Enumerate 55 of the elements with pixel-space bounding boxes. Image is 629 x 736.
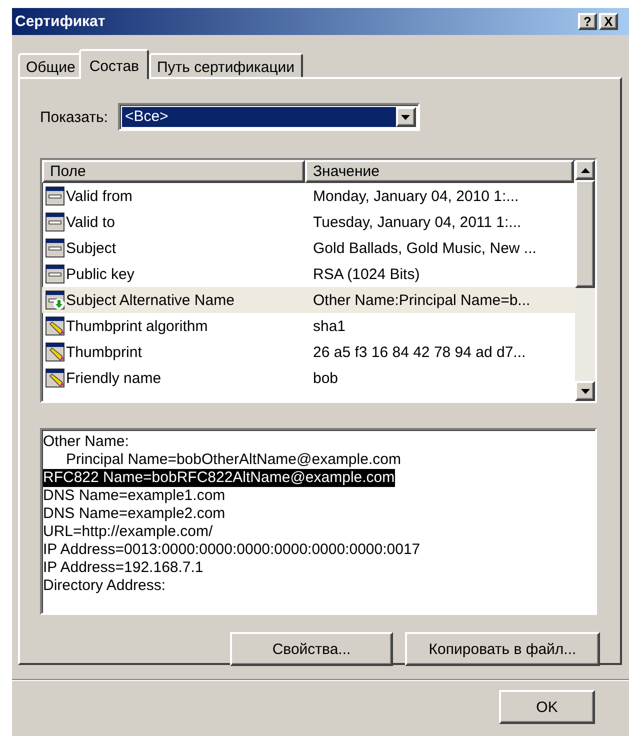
field-value: Monday, January 04, 2010 1:... [312, 188, 519, 204]
field-icon [45, 212, 65, 232]
pencil-icon [45, 316, 65, 336]
list-row[interactable]: Subject Alternative Name Other Name:Principal Name=b... [42, 287, 575, 313]
ok-button[interactable]: OK [499, 690, 595, 724]
field-icon [45, 186, 65, 206]
detail-line: Other Name: [43, 433, 129, 451]
list-row[interactable]: Subject Gold Ballads, Gold Music, New ... [42, 235, 575, 261]
list-row[interactable]: Public key RSA (1024 Bits) [42, 261, 575, 287]
list-row[interactable]: Thumbprint 26 a5 f3 16 84 42 78 94 ad d7... [42, 339, 575, 365]
detail-line: DNS Name=example1.com [43, 487, 226, 505]
tab[interactable]: Путь сертификации [149, 53, 303, 77]
field-name: Friendly name [66, 370, 162, 386]
help-button[interactable]: ? [578, 13, 597, 30]
field-name: Thumbprint [66, 344, 142, 360]
field-name: Valid from [66, 188, 132, 204]
detail-line: IP Address=192.168.7.1 [43, 559, 204, 577]
list-row[interactable]: Thumbprint algorithm sha1 [42, 313, 575, 339]
detail-line: Directory Address: [43, 577, 166, 595]
window-title: Сертификат [15, 13, 106, 30]
field-name: Subject [66, 240, 116, 256]
detail-line: Principal Name=bobOtherAltName@example.com [65, 451, 401, 469]
field-name: Valid to [66, 214, 115, 230]
field-icon [45, 264, 65, 284]
field-value: 26 a5 f3 16 84 42 78 94 ad d7... [312, 344, 526, 360]
field-icon [45, 238, 65, 258]
tab[interactable]: Состав [79, 49, 150, 79]
dropdown-arrow-icon [401, 114, 410, 120]
detail-line: URL=http://example.com/ [43, 523, 213, 541]
field-value: Gold Ballads, Gold Music, New ... [312, 240, 536, 256]
copy-to-file-button[interactable]: Копировать в файл... [405, 632, 600, 666]
field-name: Subject Alternative Name [66, 292, 234, 308]
scroll-down-icon [580, 388, 590, 394]
properties-button[interactable]: Свойства... [230, 632, 393, 666]
field-value: Other Name:Principal Name=b... [312, 292, 530, 308]
scrollbar[interactable] [575, 160, 595, 401]
field-value: Tuesday, January 04, 2011 1:... [312, 214, 522, 230]
detail-line: IP Address=0013:0000:0000:0000:0000:0000:0000:0017 [43, 541, 420, 559]
show-dropdown[interactable]: <Все> [118, 103, 420, 131]
list-row[interactable]: Valid from Monday, January 04, 2010 1:... [42, 183, 575, 209]
field-value: bob [312, 370, 338, 386]
field-value: RSA (1024 Bits) [312, 266, 420, 282]
pencil-icon [45, 368, 65, 388]
list-row[interactable]: Valid to Tuesday, January 04, 2011 1:... [42, 209, 575, 235]
field-name: Thumbprint algorithm [66, 318, 208, 334]
list-row[interactable]: Friendly name bob [42, 365, 575, 391]
show-label: Показать: [40, 108, 108, 126]
pencil-icon [45, 342, 65, 362]
scroll-up-icon [580, 168, 590, 172]
close-button[interactable]: X [599, 13, 618, 30]
field-name: Public key [66, 266, 134, 282]
column-header[interactable]: Значение [305, 160, 574, 183]
column-header[interactable]: Поле [42, 160, 305, 183]
detail-line: DNS Name=example2.com [43, 505, 226, 523]
field-value: sha1 [312, 318, 346, 334]
